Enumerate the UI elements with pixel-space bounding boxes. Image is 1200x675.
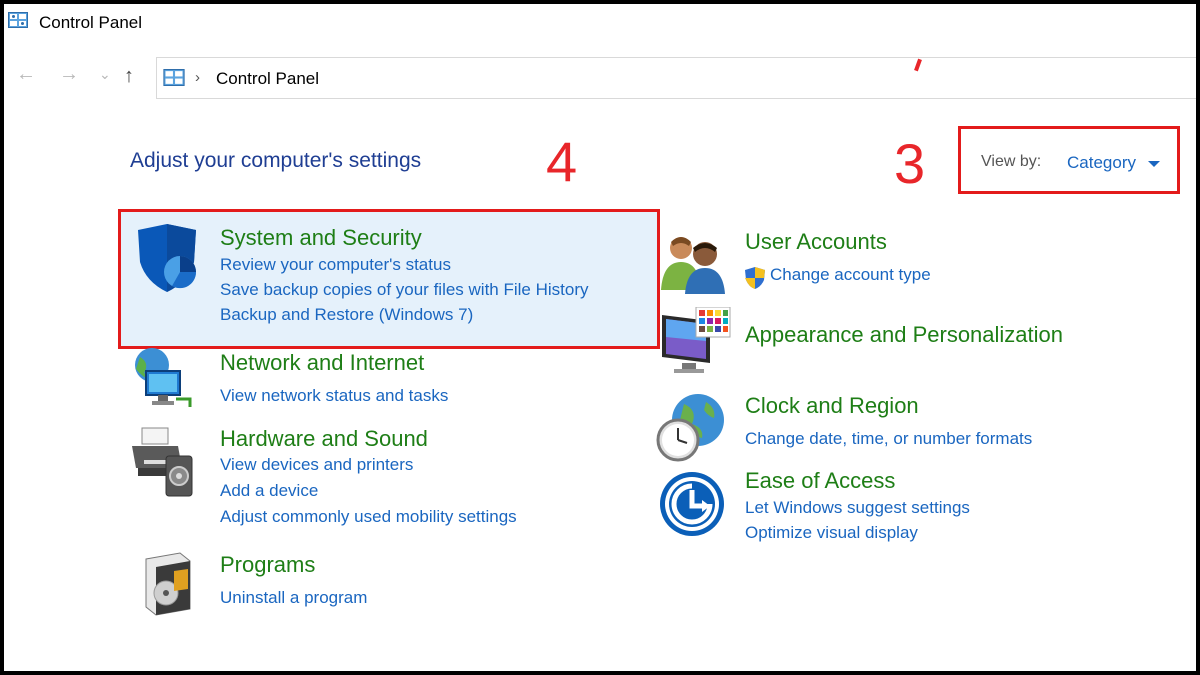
devices-printers-link[interactable]: View devices and printers: [220, 455, 413, 475]
breadcrumb-separator[interactable]: ›: [195, 69, 200, 86]
back-button[interactable]: ←: [16, 64, 36, 84]
add-device-link[interactable]: Add a device: [220, 481, 318, 501]
ease-of-access-icon[interactable]: [658, 470, 726, 538]
date-time-formats-link[interactable]: Change date, time, or number formats: [745, 429, 1032, 449]
review-status-link[interactable]: Review your computer's status: [220, 255, 451, 275]
recent-locations-dropdown[interactable]: ⌄: [99, 64, 111, 84]
control-panel-icon: [8, 12, 28, 28]
backup-restore-link[interactable]: Backup and Restore (Windows 7): [220, 305, 473, 325]
address-bar[interactable]: › Control Panel: [156, 57, 1196, 99]
programs-icon[interactable]: [140, 549, 196, 617]
network-status-link[interactable]: View network status and tasks: [220, 386, 448, 406]
navigation-bar: ← → ⌄ ↑ › Control Panel: [4, 54, 1196, 100]
window-title: Control Panel: [39, 13, 143, 32]
suggest-settings-link[interactable]: Let Windows suggest settings: [745, 498, 970, 518]
network-icon[interactable]: [130, 347, 196, 413]
change-account-type-link[interactable]: Change account type: [770, 265, 931, 285]
optimize-display-link[interactable]: Optimize visual display: [745, 523, 918, 543]
clock-and-region-link[interactable]: Clock and Region: [745, 393, 919, 419]
control-panel-window: Control Panel ← → ⌄ ↑ › Control Panel Ad…: [4, 4, 1196, 671]
control-panel-icon: [163, 69, 185, 86]
monitor-palette-icon[interactable]: [660, 307, 732, 379]
users-icon[interactable]: [659, 232, 729, 294]
file-history-link[interactable]: Save backup copies of your files with Fi…: [220, 280, 589, 300]
forward-button[interactable]: →: [59, 64, 79, 84]
mobility-settings-link[interactable]: Adjust commonly used mobility settings: [220, 507, 517, 527]
breadcrumb-control-panel[interactable]: Control Panel: [216, 69, 319, 89]
page-title: Adjust your computer's settings: [130, 149, 422, 172]
title-bar: Control Panel: [4, 4, 1196, 40]
clock-globe-icon[interactable]: [654, 390, 728, 464]
printer-icon[interactable]: [130, 424, 196, 500]
network-and-internet-link[interactable]: Network and Internet: [220, 350, 424, 376]
annotation-marker-4: 4: [546, 130, 578, 193]
shield-icon[interactable]: [132, 222, 202, 294]
appearance-personalization-link[interactable]: Appearance and Personalization: [745, 322, 1063, 348]
hardware-and-sound-link[interactable]: Hardware and Sound: [220, 426, 428, 452]
uninstall-program-link[interactable]: Uninstall a program: [220, 588, 367, 608]
system-and-security-link[interactable]: System and Security: [220, 225, 422, 251]
chevron-down-icon[interactable]: [1148, 161, 1160, 167]
programs-link[interactable]: Programs: [220, 552, 315, 578]
annotation-marker-3: 3: [894, 132, 926, 195]
view-by-label: View by:: [981, 153, 1042, 170]
ease-of-access-link[interactable]: Ease of Access: [745, 468, 895, 494]
view-by-dropdown[interactable]: Category: [1067, 153, 1136, 173]
uac-shield-icon: [745, 267, 765, 289]
user-accounts-link[interactable]: User Accounts: [745, 229, 887, 255]
up-button[interactable]: ↑: [124, 66, 134, 86]
